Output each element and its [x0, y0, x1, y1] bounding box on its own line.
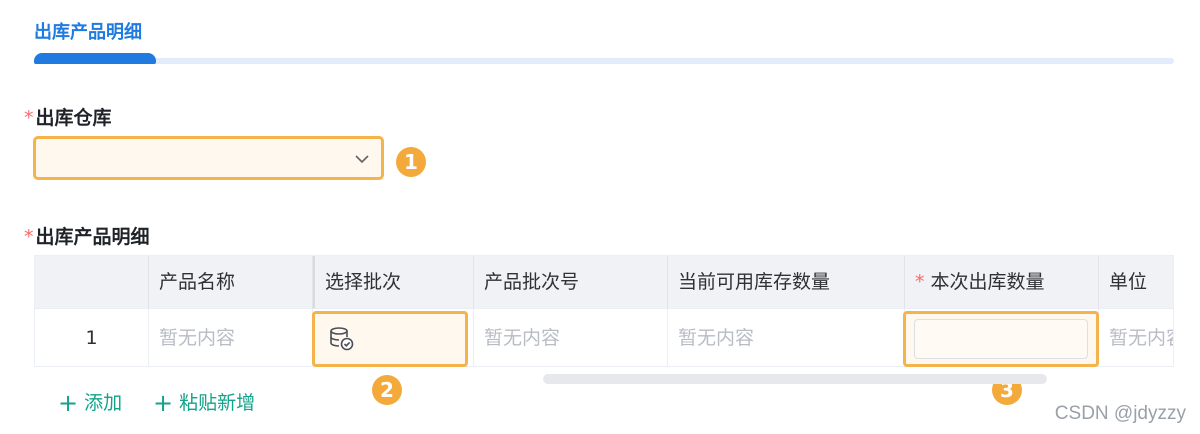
column-header-index [35, 256, 149, 309]
row-index: 1 [35, 309, 149, 366]
column-header-select-batch: 选择批次 [313, 256, 474, 309]
plus-icon: + [153, 389, 174, 417]
outbound-qty-header-text: 本次出库数量 [930, 271, 1045, 293]
outbound-qty-cell [903, 311, 1099, 367]
warehouse-label-text: 出库仓库 [35, 107, 112, 129]
step-marker-2: 2 [372, 375, 402, 405]
tab-track [34, 58, 1174, 64]
required-mark: * [915, 271, 925, 293]
cell-product-name: 暂无内容 [149, 309, 313, 366]
column-header-product-name: 产品名称 [149, 256, 313, 309]
paste-add-button[interactable]: + 粘贴新增 [153, 388, 255, 417]
cell-batch-no: 暂无内容 [474, 309, 668, 366]
required-mark: * [24, 107, 34, 129]
paste-add-label: 粘贴新增 [179, 392, 256, 414]
column-header-outbound-qty: * 本次出库数量 [905, 256, 1099, 309]
details-label: * 出库产品明细 [24, 222, 150, 249]
required-mark: * [24, 226, 34, 248]
column-header-unit: 单位 [1099, 256, 1173, 309]
watermark: CSDN @jdyzzy [1054, 403, 1186, 424]
step-marker-1: 1 [396, 147, 426, 177]
outbound-qty-input[interactable] [914, 319, 1088, 359]
database-check-icon [330, 327, 354, 351]
column-header-batch-no: 产品批次号 [474, 256, 668, 309]
cell-available-stock: 暂无内容 [668, 309, 905, 366]
warehouse-label: * 出库仓库 [24, 103, 112, 130]
plus-icon: + [58, 389, 79, 417]
chevron-down-icon [355, 155, 369, 164]
column-header-available-stock: 当前可用库存数量 [668, 256, 905, 309]
add-row-label: 添加 [84, 392, 123, 414]
select-batch-button[interactable] [312, 311, 468, 367]
table-horizontal-scrollbar[interactable] [543, 374, 1047, 384]
details-label-text: 出库产品明细 [35, 226, 150, 248]
add-row-button[interactable]: + 添加 [58, 388, 122, 417]
tab-active-indicator [34, 53, 156, 64]
cell-unit: 暂无内容 [1099, 309, 1173, 366]
warehouse-select[interactable] [33, 136, 384, 180]
tab-outbound-details[interactable]: 出库产品明细 [34, 18, 142, 44]
